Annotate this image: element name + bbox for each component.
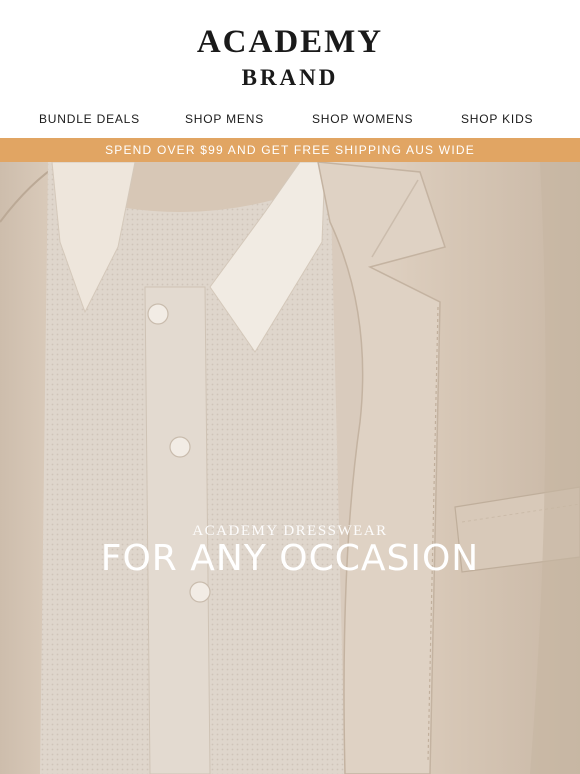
brand-logo[interactable]: ACADEMY BRAND xyxy=(0,0,580,100)
main-nav: BUNDLE DEALS SHOP MENS SHOP WOMENS SHOP … xyxy=(0,108,580,132)
brand-logo-line1: ACADEMY xyxy=(196,24,384,60)
nav-shop-mens[interactable]: SHOP MENS xyxy=(185,112,264,126)
nav-bundle-deals[interactable]: BUNDLE DEALS xyxy=(39,112,140,126)
brand-logo-line2: BRAND xyxy=(241,65,339,90)
hero-title: FOR ANY OCCASION xyxy=(100,538,480,579)
nav-shop-kids[interactable]: SHOP KIDS xyxy=(461,112,533,126)
hero-image xyxy=(0,162,580,774)
hero-banner[interactable]: ACADEMY DRESSWEAR FOR ANY OCCASION xyxy=(0,162,580,774)
nav-shop-womens[interactable]: SHOP WOMENS xyxy=(312,112,413,126)
promo-banner[interactable]: SPEND OVER $99 AND GET FREE SHIPPING AUS… xyxy=(0,138,580,162)
